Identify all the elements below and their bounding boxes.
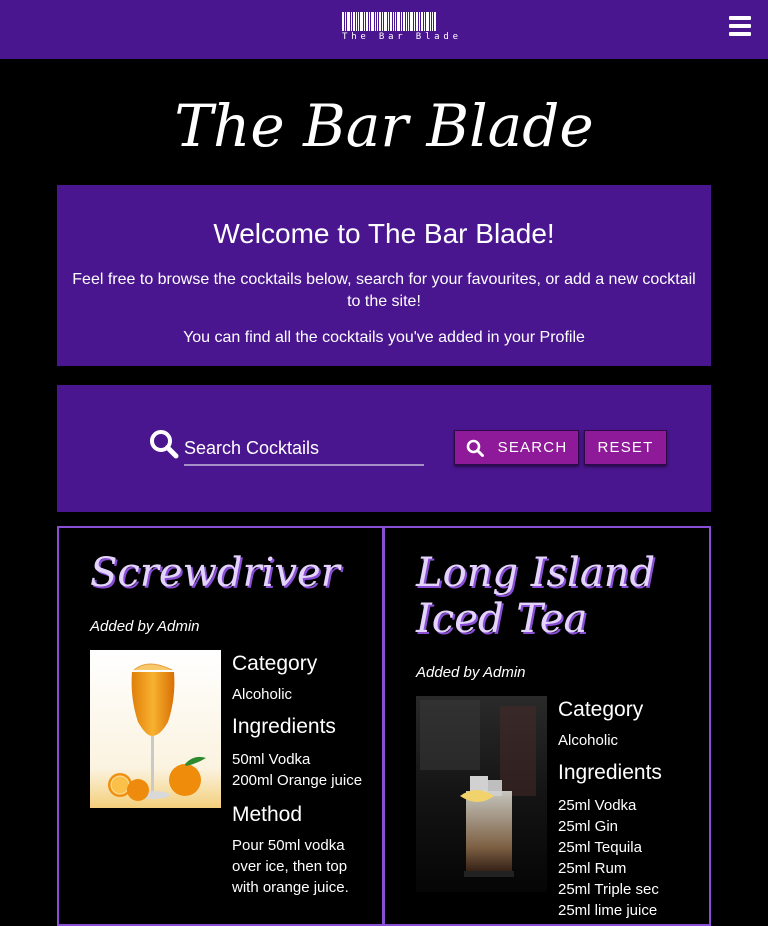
cocktail-image[interactable] <box>90 650 221 808</box>
search-button-label: SEARCH <box>497 439 568 456</box>
cocktail-info: Category Alcoholic Ingredients 50ml Vodk… <box>232 652 372 898</box>
ingredient-item: 25ml Gin <box>558 818 619 835</box>
reset-button[interactable]: RESET <box>584 430 667 465</box>
top-navbar: The Bar Blade <box>0 0 768 59</box>
category-heading: Category <box>558 698 644 721</box>
welcome-panel: Welcome to The Bar Blade! Feel free to b… <box>57 185 711 366</box>
cocktail-name[interactable]: Screwdriver <box>90 550 340 596</box>
cocktail-image[interactable] <box>416 696 547 892</box>
ingredient-item: 25ml Tequila <box>558 839 642 856</box>
cocktail-info: Category Alcoholic Ingredients 25ml Vodk… <box>558 698 698 921</box>
cocktail-card-long-island-iced-tea[interactable]: Long Island Iced Tea Added by Admin Cate… <box>383 526 711 926</box>
method-text: Pour 50ml vodka over ice, then top with … <box>232 837 349 896</box>
site-logo[interactable]: The Bar Blade <box>342 12 464 42</box>
added-by: Added by Admin <box>416 664 526 681</box>
hamburger-menu-icon[interactable] <box>729 16 751 38</box>
category-heading: Category <box>232 652 318 675</box>
ingredient-item: 25ml Triple sec <box>558 881 659 898</box>
search-input[interactable] <box>184 433 424 466</box>
search-icon <box>466 439 484 457</box>
added-by: Added by Admin <box>90 618 200 635</box>
category-value: Alcoholic <box>232 686 293 703</box>
ingredient-item: 25ml Vodka <box>558 797 637 814</box>
cocktail-card-screwdriver[interactable]: Screwdriver Added by Admin Category Alco… <box>57 526 384 926</box>
welcome-heading: Welcome to The Bar Blade! <box>213 218 555 249</box>
ingredient-item: 25ml Rum <box>558 860 627 877</box>
profile-hint-text: You can find all the cocktails you've ad… <box>183 329 585 346</box>
ingredient-item: 50ml Vodka <box>232 751 311 768</box>
method-heading: Method <box>232 803 303 826</box>
ingredients-heading: Ingredients <box>232 715 336 738</box>
barcode-icon <box>342 12 464 31</box>
page-title: The Bar Blade <box>174 92 594 160</box>
ingredient-item: 200ml Orange juice <box>232 772 363 789</box>
search-button[interactable]: SEARCH <box>454 430 579 465</box>
logo-text: The Bar Blade <box>342 32 462 42</box>
search-icon <box>150 430 179 459</box>
reset-button-label: RESET <box>597 439 654 456</box>
category-value: Alcoholic <box>558 732 619 749</box>
welcome-text: Feel free to browse the cocktails below,… <box>72 271 696 310</box>
cocktail-name[interactable]: Long Island Iced Tea <box>416 550 676 642</box>
ingredient-item: 25ml lime juice <box>558 902 658 919</box>
search-panel: SEARCH RESET <box>57 385 711 512</box>
ingredients-heading: Ingredients <box>558 761 662 784</box>
